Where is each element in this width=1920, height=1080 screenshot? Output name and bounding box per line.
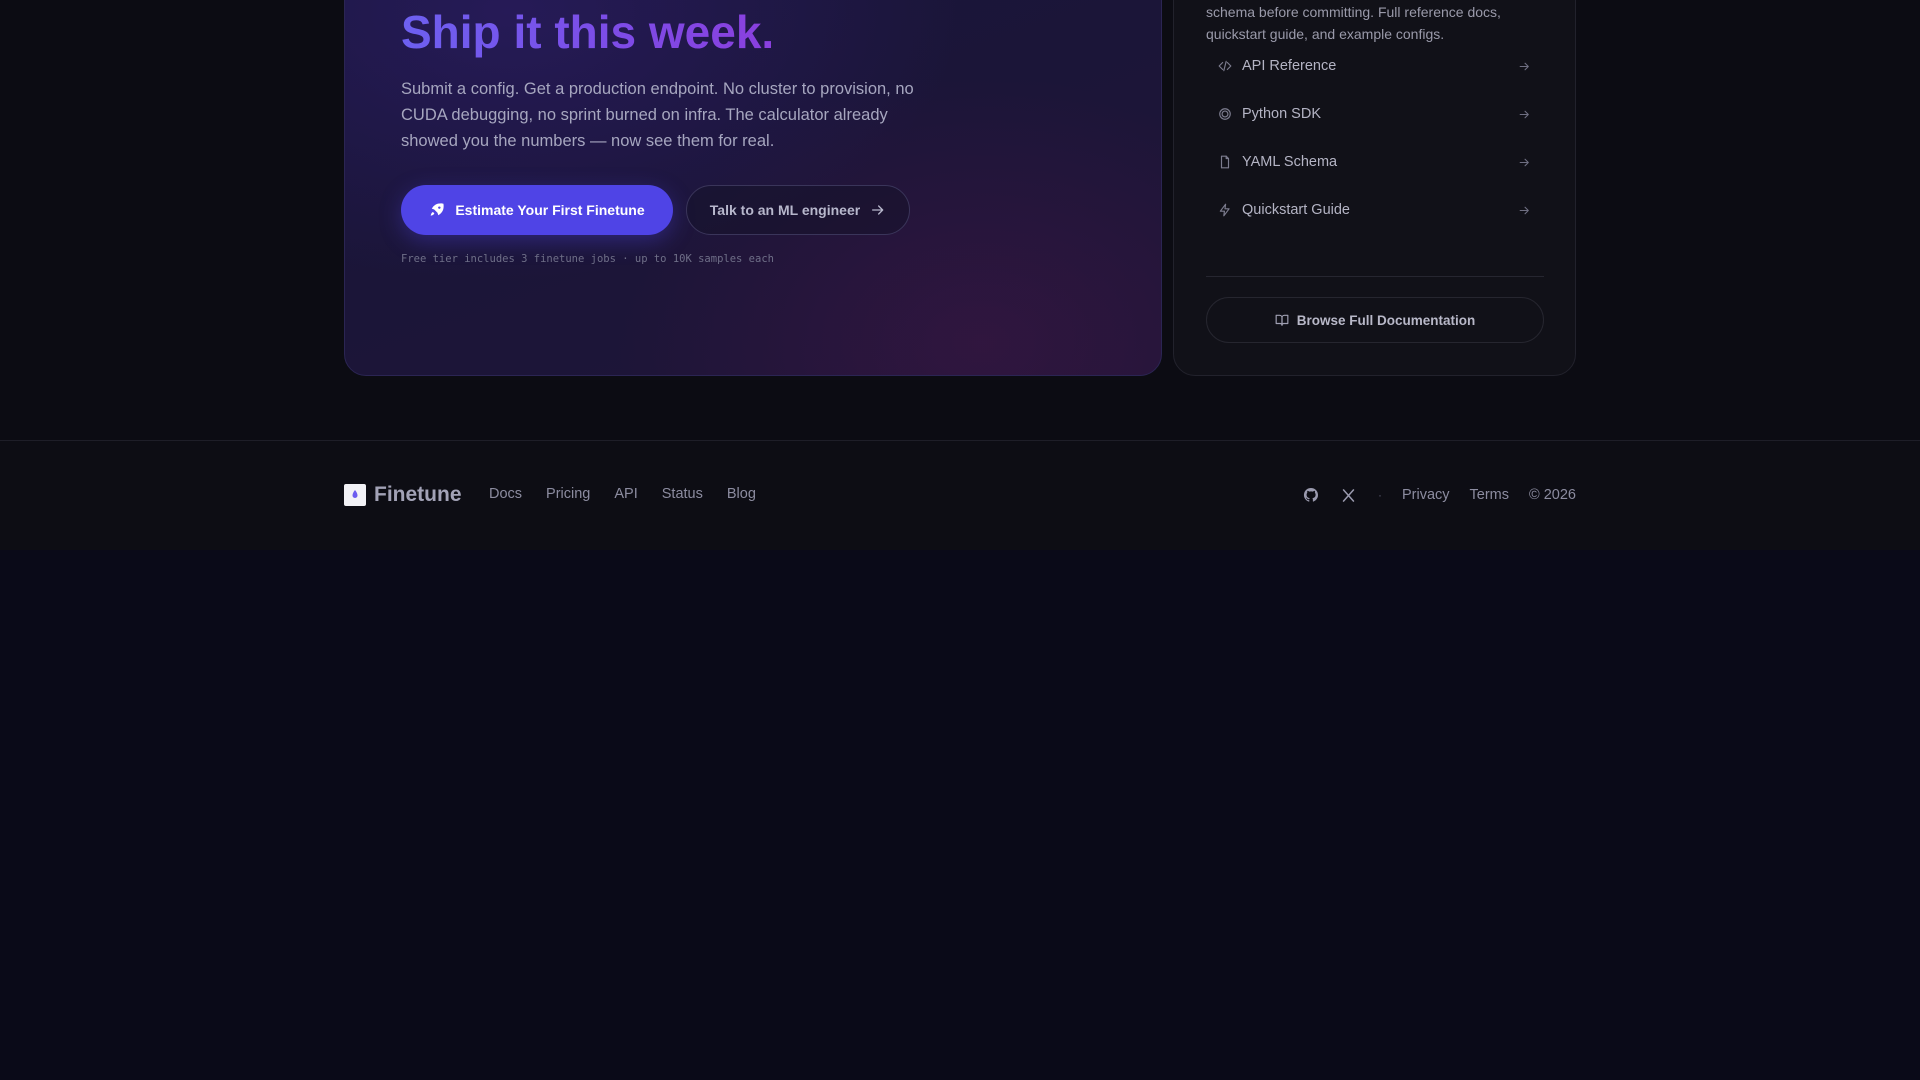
docs-item-label: YAML Schema — [1242, 154, 1338, 170]
footer-link-api[interactable]: API — [614, 486, 637, 502]
docs-card: schema before committing. Full reference… — [1173, 0, 1576, 376]
footer — [0, 440, 1920, 550]
estimate-finetune-label: Estimate Your First Finetune — [455, 202, 645, 218]
footer-link-status[interactable]: Status — [662, 486, 703, 502]
github-icon[interactable] — [1302, 486, 1320, 504]
arrow-right-icon — [1518, 203, 1532, 217]
docs-item-label: Quickstart Guide — [1242, 202, 1350, 218]
code-icon — [1218, 59, 1232, 73]
hero-card: Ship it this week. Submit a config. Get … — [344, 0, 1162, 376]
browse-docs-button[interactable]: Browse Full Documentation — [1206, 297, 1544, 343]
docs-item-api-reference[interactable]: API Reference — [1206, 42, 1544, 90]
x-twitter-icon[interactable] — [1340, 486, 1358, 504]
footer-brand[interactable]: Finetune — [344, 483, 462, 506]
talk-to-engineer-button[interactable]: Talk to an ML engineer — [686, 185, 910, 235]
file-icon — [1218, 155, 1232, 169]
estimate-finetune-button[interactable]: Estimate Your First Finetune — [401, 185, 673, 235]
docs-item-yaml-schema[interactable]: YAML Schema — [1206, 138, 1544, 186]
docs-item-label: API Reference — [1242, 58, 1337, 74]
talk-to-engineer-label: Talk to an ML engineer — [709, 202, 861, 218]
docs-divider — [1206, 276, 1544, 277]
book-icon — [1275, 313, 1289, 327]
footer-nav: Docs Pricing API Status Blog — [489, 486, 756, 502]
arrow-right-icon — [1518, 59, 1532, 73]
lightning-icon — [1218, 203, 1232, 217]
logo-icon — [344, 484, 366, 506]
docs-item-quickstart-guide[interactable]: Quickstart Guide — [1206, 186, 1544, 234]
copyright: © 2026 — [1529, 487, 1576, 503]
footer-link-pricing[interactable]: Pricing — [546, 486, 590, 502]
footer-link-terms[interactable]: Terms — [1470, 487, 1509, 503]
free-tier-note: Free tier includes 3 finetune jobs · up … — [401, 253, 774, 265]
docs-item-python-sdk[interactable]: Python SDK — [1206, 90, 1544, 138]
footer-right: · Privacy Terms © 2026 — [1302, 484, 1576, 506]
rocket-icon — [429, 202, 445, 218]
docs-item-label: Python SDK — [1242, 106, 1321, 122]
package-icon — [1218, 107, 1232, 121]
footer-link-blog[interactable]: Blog — [727, 486, 756, 502]
browse-docs-label: Browse Full Documentation — [1296, 312, 1476, 328]
footer-link-privacy[interactable]: Privacy — [1402, 487, 1450, 503]
hero-description: Submit a config. Get a production endpoi… — [401, 80, 914, 150]
docs-link-list: API Reference Python SDK YAML Schema Qui… — [1206, 42, 1544, 234]
footer-link-docs[interactable]: Docs — [489, 486, 522, 502]
footer-separator: · — [1377, 488, 1382, 502]
arrow-right-icon — [870, 202, 886, 218]
brand-name: Finetune — [374, 483, 462, 506]
hero-title: Ship it this week. — [401, 5, 774, 60]
arrow-right-icon — [1518, 107, 1532, 121]
arrow-right-icon — [1518, 155, 1532, 169]
docs-description: schema before committing. Full reference… — [1206, 4, 1501, 42]
